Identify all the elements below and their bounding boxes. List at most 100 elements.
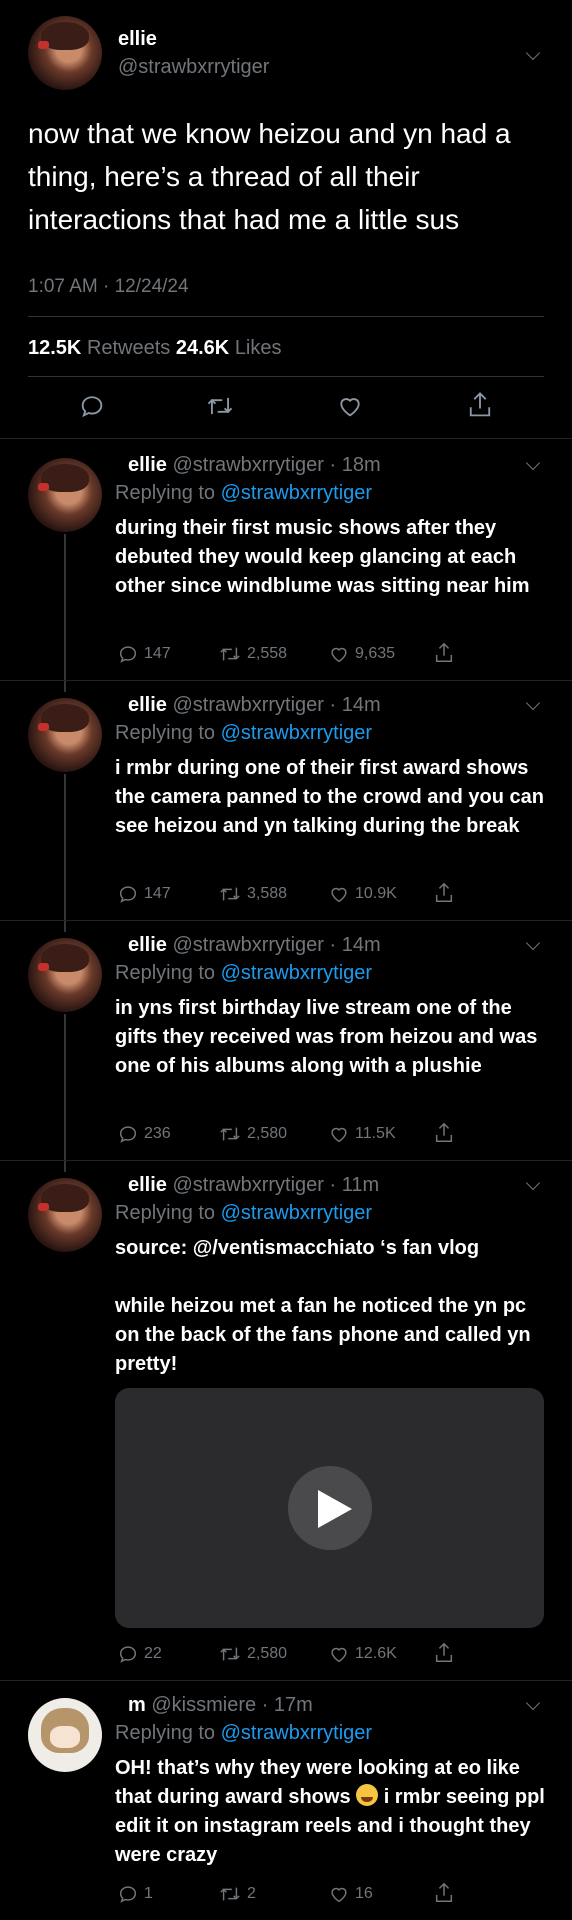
reply-action[interactable]: 236 [117,1123,171,1145]
like-icon[interactable] [336,392,364,420]
reply-author[interactable]: ellie @strawbxrrytiger · 11m [128,1174,379,1197]
share-icon [435,1642,453,1662]
divider [0,1680,572,1681]
like-icon [331,1647,347,1663]
retweets-count[interactable]: 12.5K [28,337,81,359]
retweet-count: 3,588 [247,885,288,902]
like-icon [331,1887,347,1903]
share-action[interactable] [433,1641,455,1665]
reply-display-name[interactable]: ellie [128,934,167,956]
retweet-action[interactable]: 2 [218,1883,256,1905]
replying-to: Replying to @strawbxrrytiger [115,482,372,505]
reply-paragraph: source: @/ventismacchiato ‘s fan vlog [115,1237,480,1259]
reply-action[interactable]: 147 [117,643,171,665]
reply-icon [119,646,137,663]
reply-text: source: @/ventismacchiato ‘s fan vlog wh… [115,1234,545,1379]
share-icon[interactable] [466,390,494,420]
like-count: 9,635 [355,645,396,662]
main-display-name[interactable]: ellie [118,28,157,51]
share-action[interactable] [433,1881,455,1905]
main-timestamp[interactable]: 1:07 AM · 12/24/24 [28,276,189,298]
reply-count: 1 [144,1885,153,1902]
retweet-action[interactable]: 2,580 [218,1643,287,1665]
reply-avatar[interactable] [28,698,102,772]
reply-text: i rmbr during one of their first award s… [115,754,545,841]
reply-display-name[interactable]: ellie [128,1174,167,1196]
chevron-down-icon[interactable] [525,1695,541,1711]
retweets-label[interactable]: Retweets [87,337,170,359]
replying-prefix: Replying to [115,1722,216,1744]
retweet-action[interactable]: 2,558 [218,643,287,665]
main-tweet-text: now that we know heizou and yn had a thi… [28,118,511,235]
like-action[interactable]: 9,635 [328,643,395,665]
reply-meta: @strawbxrrytiger · 14m [172,934,381,956]
reply-author[interactable]: m @kissmiere · 17m [128,1694,313,1717]
reply-text: during their first music shows after the… [115,514,545,601]
reply-icon [119,1126,137,1143]
retweet-action[interactable]: 3,588 [218,883,287,905]
divider [28,316,544,317]
reply-count: 147 [144,645,171,662]
share-action[interactable] [433,881,455,905]
reply-action[interactable]: 22 [117,1643,162,1665]
replying-to-link[interactable]: @strawbxrrytiger [221,482,372,504]
like-action[interactable]: 11.5K [328,1123,396,1145]
reply-count: 22 [144,1645,162,1662]
divider [28,376,544,377]
chevron-down-icon[interactable] [525,45,541,61]
reply-icon [119,1886,137,1903]
play-button[interactable] [288,1466,372,1550]
share-action[interactable] [433,641,455,665]
retweet-icon [220,1127,240,1141]
engagement-stats: 12.5K Retweets 24.6K Likes [28,337,282,360]
reply-avatar[interactable] [28,1698,102,1772]
replying-prefix: Replying to [115,482,216,504]
reply-display-name[interactable]: ellie [128,454,167,476]
retweet-count: 2,580 [247,1645,288,1662]
main-avatar[interactable] [28,16,102,90]
like-action[interactable]: 16 [328,1883,373,1905]
likes-label[interactable]: Likes [235,337,282,359]
like-action[interactable]: 12.6K [328,1643,397,1665]
reply-avatar[interactable] [28,1178,102,1252]
like-icon [331,1127,347,1143]
divider [0,680,572,681]
chevron-down-icon[interactable] [525,455,541,471]
like-count: 12.6K [355,1645,397,1662]
reply-author[interactable]: ellie @strawbxrrytiger · 14m [128,694,381,717]
reply-icon [119,1646,137,1663]
reply-author[interactable]: ellie @strawbxrrytiger · 14m [128,934,381,957]
retweet-count: 2,580 [247,1125,288,1142]
retweet-count: 2 [247,1885,256,1902]
replying-to-link[interactable]: @strawbxrrytiger [221,722,372,744]
reply-display-name[interactable]: ellie [128,694,167,716]
replying-prefix: Replying to [115,962,216,984]
retweet-icon [220,647,240,661]
share-icon [435,642,453,662]
retweet-action[interactable]: 2,580 [218,1123,287,1145]
main-handle[interactable]: @strawbxrrytiger [118,56,269,79]
video-player[interactable] [115,1388,544,1628]
reply-icon[interactable] [78,392,106,420]
reply-avatar[interactable] [28,458,102,532]
reply-action[interactable]: 1 [117,1883,153,1905]
chevron-down-icon[interactable] [525,1175,541,1191]
like-action[interactable]: 10.9K [328,883,397,905]
replying-to-link[interactable]: @strawbxrrytiger [221,1722,372,1744]
play-icon [318,1490,352,1528]
reply-avatar[interactable] [28,938,102,1012]
reply-paragraph: during their first music shows after the… [115,517,530,597]
retweet-icon[interactable] [205,392,235,420]
replying-to-link[interactable]: @strawbxrrytiger [221,1202,372,1224]
replying-to-link[interactable]: @strawbxrrytiger [221,962,372,984]
divider [0,1160,572,1161]
reply-action[interactable]: 147 [117,883,171,905]
share-action[interactable] [433,1121,455,1145]
share-icon [435,1882,453,1902]
reply-display-name[interactable]: m [128,1694,146,1716]
chevron-down-icon[interactable] [525,695,541,711]
chevron-down-icon[interactable] [525,935,541,951]
reply-meta: @strawbxrrytiger · 18m [172,454,381,476]
reply-author[interactable]: ellie @strawbxrrytiger · 18m [128,454,381,477]
likes-count[interactable]: 24.6K [176,337,229,359]
